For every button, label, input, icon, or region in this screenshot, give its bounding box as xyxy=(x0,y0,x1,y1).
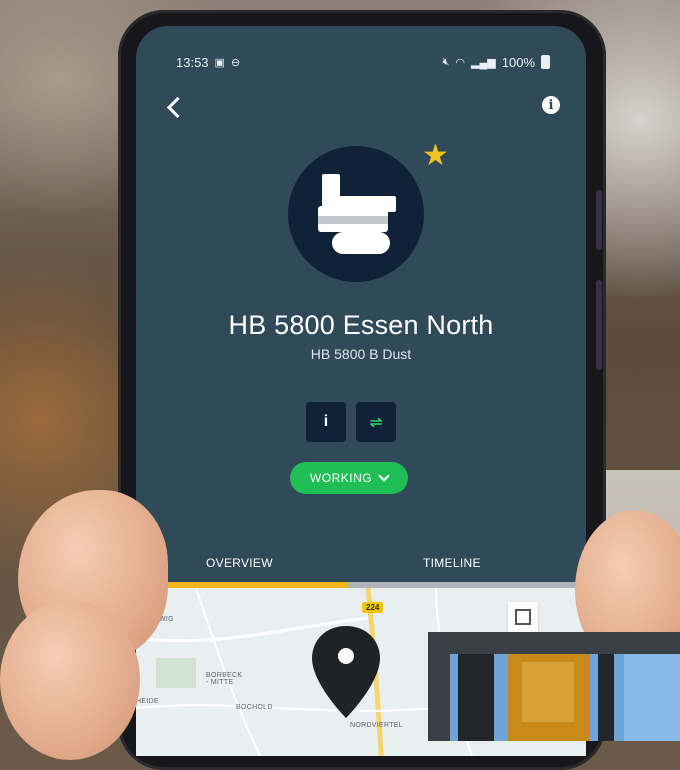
info-button[interactable]: i xyxy=(306,402,346,442)
machine-title: HB 5800 Essen North xyxy=(228,310,494,340)
image-icon: ▣ xyxy=(214,56,225,69)
machine-icon xyxy=(316,174,396,254)
top-nav: i xyxy=(166,96,560,126)
battery-percent: 100% xyxy=(501,54,535,70)
mute-icon: 🔇︎ xyxy=(442,55,450,68)
status-bar: 13:53 ▣ ⊖ 🔇︎ ◠ ▂▄▆ 100% xyxy=(176,52,550,72)
road-number-badge: 224 xyxy=(362,602,384,613)
chevron-down-icon xyxy=(378,470,390,482)
status-time: 13:53 xyxy=(176,54,209,70)
phone-side-button xyxy=(596,190,602,250)
dnd-icon: ⊖ xyxy=(230,56,241,69)
machine-subtitle: HB 5800 B Dust xyxy=(310,346,412,362)
tab-timeline[interactable]: TIMELINE xyxy=(423,556,481,570)
status-label: WORKING xyxy=(309,471,373,485)
machine-avatar xyxy=(288,146,424,282)
map-label: NORDVIERTEL xyxy=(350,722,403,729)
phone-side-button xyxy=(596,280,602,370)
info-icon[interactable]: i xyxy=(542,96,560,114)
map-label: HEIDE xyxy=(136,698,159,705)
hand-fingers xyxy=(0,600,140,760)
tab-bar: OVERVIEW TIMELINE xyxy=(136,546,586,582)
map-label: BOCHOLD xyxy=(236,704,273,711)
status-dropdown[interactable]: WORKING xyxy=(290,462,408,494)
battery-icon xyxy=(541,55,550,69)
map-label: BORBECK - MITTE xyxy=(206,672,243,686)
swap-button[interactable]: ⇌ xyxy=(356,402,396,442)
back-icon[interactable] xyxy=(166,96,189,119)
favorite-star-icon[interactable]: ★ xyxy=(422,141,449,171)
wifi-icon: ◠ xyxy=(455,56,466,69)
machine-photo-image xyxy=(428,632,680,741)
fullscreen-icon[interactable] xyxy=(508,602,538,632)
signal-icon: ▂▄▆ xyxy=(471,56,496,69)
machine-photo xyxy=(428,632,680,741)
tab-overview[interactable]: OVERVIEW xyxy=(206,556,273,570)
